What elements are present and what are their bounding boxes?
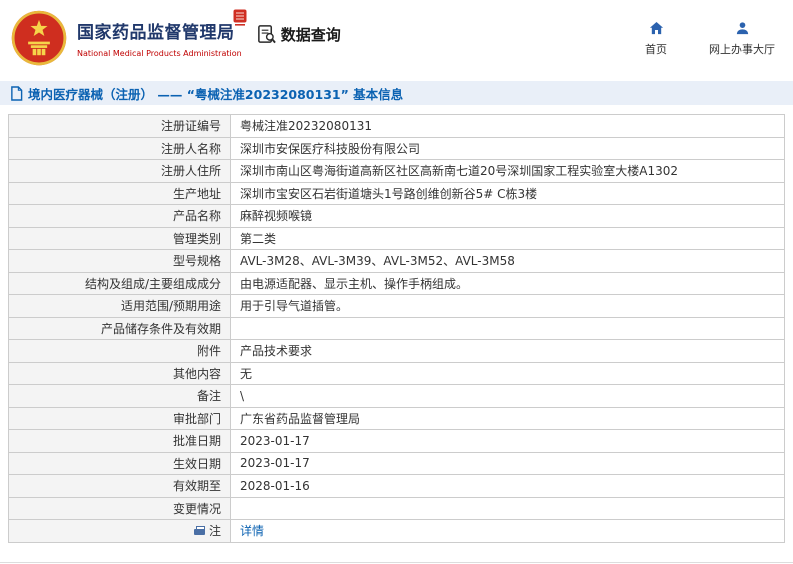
document-icon [10, 85, 23, 101]
field-value: 用于引导气道插管。 [230, 294, 785, 318]
field-value [230, 316, 785, 340]
table-row: 备注 \ [8, 384, 785, 408]
table-row: 注详情 [8, 519, 785, 543]
nav-home-label: 首页 [645, 42, 667, 56]
table-row: 变更情况 [8, 496, 785, 520]
table-row: 产品名称 麻醉视频喉镜 [8, 204, 785, 228]
table-row: 附件 产品技术要求 [8, 339, 785, 363]
field-label: 审批部门 [8, 406, 231, 430]
detail-link[interactable]: 详情 [240, 524, 264, 538]
person-icon [735, 20, 750, 37]
field-value: 广东省药品监督管理局 [230, 406, 785, 430]
bottom-divider [0, 562, 793, 563]
table-row: 注册证编号 粤械注准20232080131 [8, 114, 785, 138]
field-value: 第二类 [230, 226, 785, 250]
field-label: 注册人住所 [8, 159, 231, 183]
field-label: 产品储存条件及有效期 [8, 316, 231, 340]
registration-info-section: 注册证编号 粤械注准20232080131 注册人名称 深圳市安保医疗科技股份有限公司… [0, 105, 793, 543]
field-value: 2023-01-17 [230, 429, 785, 453]
field-value: 深圳市安保医疗科技股份有限公司 [230, 136, 785, 160]
field-label: 管理类别 [8, 226, 231, 250]
field-label: 注册证编号 [8, 114, 231, 138]
field-value [230, 496, 785, 520]
field-value: 产品技术要求 [230, 339, 785, 363]
data-query-icon [256, 24, 277, 45]
nav-online-service-hall-label: 网上办事大厅 [709, 42, 775, 56]
table-row: 其他内容无 [8, 361, 785, 385]
field-label: 生产地址 [8, 181, 231, 205]
print-icon [193, 526, 205, 536]
table-row: 注册人住所 深圳市南山区粤海街道高新区社区高新南七道20号深圳国家工程实验室大楼A… [8, 159, 785, 183]
field-value: \ [230, 384, 785, 408]
field-value: 深圳市宝安区石岩街道塘头1号路创维创新谷5# C栋3楼 [230, 181, 785, 205]
national-emblem-logo [11, 10, 67, 66]
field-label: 型号规格 [8, 249, 231, 273]
field-label: 其他内容 [8, 361, 231, 385]
field-label: 生效日期 [8, 451, 231, 475]
table-row: 结构及组成/主要组成成分 由电源适配器、显示主机、操作手柄组成。 [8, 271, 785, 295]
data-query-tab[interactable]: 数据查询 [256, 24, 341, 45]
field-value: 无 [230, 361, 785, 385]
field-value: AVL-3M28、AVL-3M39、AVL-3M52、AVL-3M58 [230, 249, 785, 273]
field-label: 注 [8, 519, 231, 543]
field-value: 详情 [230, 519, 785, 543]
field-label: 结构及组成/主要组成成分 [8, 271, 231, 295]
data-query-label: 数据查询 [280, 25, 341, 44]
seal-icon [233, 9, 247, 26]
page-title-bar: 境内医疗器械（注册） —— “粤械注准20232080131” 基本信息 [0, 81, 793, 105]
field-value: 麻醉视频喉镜 [230, 204, 785, 228]
registration-info-table: 注册证编号 粤械注准20232080131 注册人名称 深圳市安保医疗科技股份有限公司… [8, 114, 785, 543]
site-header: 国家药品监督管理局 National Medical Products Admi… [0, 0, 793, 76]
org-name: 国家药品监督管理局 [77, 23, 235, 43]
table-row: 产品储存条件及有效期 [8, 316, 785, 340]
field-label: 附件 [8, 339, 231, 363]
info-table-body: 注册证编号 粤械注准20232080131 注册人名称 深圳市安保医疗科技股份有限公司… [8, 114, 785, 543]
nav-online-service-hall[interactable]: 网上办事大厅 [709, 20, 775, 57]
table-row: 注册人名称 深圳市安保医疗科技股份有限公司 [8, 136, 785, 160]
field-label: 产品名称 [8, 204, 231, 228]
table-row: 批准日期 2023-01-17 [8, 429, 785, 453]
field-value: 深圳市南山区粤海街道高新区社区高新南七道20号深圳国家工程实验室大楼A1302 [230, 159, 785, 183]
field-label: 适用范围/预期用途 [8, 294, 231, 318]
field-value: 2023-01-17 [230, 451, 785, 475]
nav-home[interactable]: 首页 [645, 20, 667, 57]
table-row: 生产地址 深圳市宝安区石岩街道塘头1号路创维创新谷5# C栋3楼 [8, 181, 785, 205]
field-label: 变更情况 [8, 496, 231, 520]
page-title: 境内医疗器械（注册） —— “粤械注准20232080131” 基本信息 [28, 86, 404, 102]
table-row: 型号规格 AVL-3M28、AVL-3M39、AVL-3M52、AVL-3M58 [8, 249, 785, 273]
org-name-english: National Medical Products Administration [77, 49, 242, 58]
field-value: 粤械注准20232080131 [230, 114, 785, 138]
home-icon [649, 20, 664, 37]
field-value: 由电源适配器、显示主机、操作手柄组成。 [230, 271, 785, 295]
field-value: 2028-01-16 [230, 474, 785, 498]
org-title-block: 国家药品监督管理局 National Medical Products Admi… [77, 18, 242, 58]
field-label: 有效期至 [8, 474, 231, 498]
table-row: 生效日期 2023-01-17 [8, 451, 785, 475]
table-row: 审批部门 广东省药品监督管理局 [8, 406, 785, 430]
table-row: 适用范围/预期用途 用于引导气道插管。 [8, 294, 785, 318]
table-row: 有效期至 2028-01-16 [8, 474, 785, 498]
field-label: 注册人名称 [8, 136, 231, 160]
field-label: 批准日期 [8, 429, 231, 453]
field-label: 备注 [8, 384, 231, 408]
table-row: 管理类别 第二类 [8, 226, 785, 250]
